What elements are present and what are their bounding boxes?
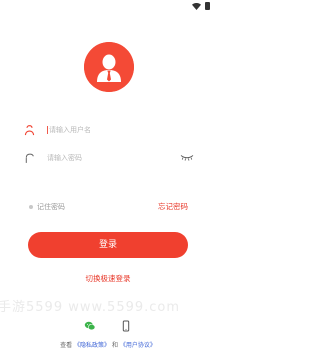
avatar	[84, 42, 134, 92]
status-icons	[192, 2, 210, 10]
username-input[interactable]	[49, 124, 169, 136]
forgot-password-link[interactable]: 忘记密码	[158, 201, 188, 212]
agreement-and: 和	[111, 342, 118, 349]
username-row	[24, 123, 194, 137]
wifi-icon	[192, 2, 201, 10]
battery-icon	[205, 2, 210, 10]
phone-icon[interactable]	[120, 320, 132, 332]
wechat-icon[interactable]	[84, 320, 96, 332]
quick-login-link[interactable]: 切换极速登录	[0, 273, 216, 284]
text-cursor	[47, 126, 48, 134]
user-icon	[24, 124, 35, 135]
remember-password-toggle[interactable]: 记住密码	[29, 202, 65, 212]
watermark: 手游5599 www.5599.com	[0, 300, 181, 315]
privacy-policy-link[interactable]: 《隐私政策》	[74, 342, 110, 349]
agreement-text: 查看 《隐私政策》 和 《用户协议》	[0, 340, 216, 349]
lock-icon	[25, 153, 34, 163]
social-login-row	[0, 320, 216, 332]
eye-closed-icon[interactable]	[180, 154, 194, 161]
login-button[interactable]: 登录	[28, 232, 188, 258]
status-bar	[0, 0, 216, 14]
remember-checkbox[interactable]	[29, 205, 33, 209]
agreement-prefix: 查看	[60, 342, 73, 349]
user-agreement-link[interactable]: 《用户协议》	[120, 342, 156, 349]
user-avatar-icon	[84, 42, 134, 92]
remember-label: 记住密码	[37, 203, 65, 211]
password-input[interactable]	[47, 152, 167, 164]
password-row	[24, 151, 194, 165]
